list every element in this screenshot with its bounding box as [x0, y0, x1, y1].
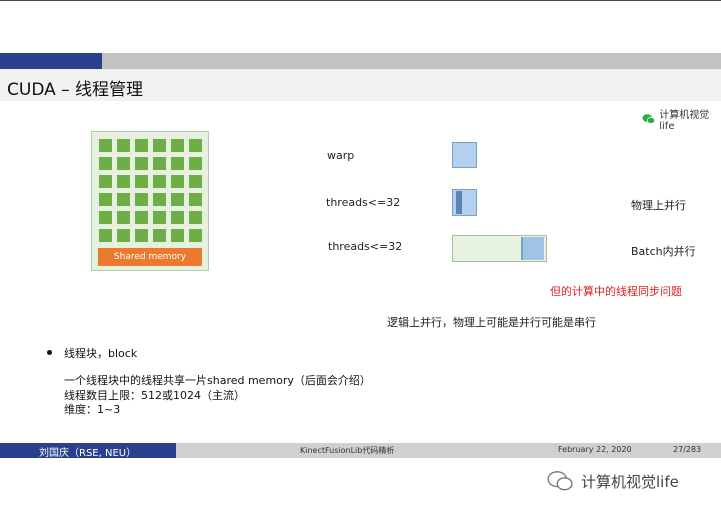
thread-cell [135, 157, 148, 170]
header-bar-right [102, 53, 721, 69]
thread-cell [171, 157, 184, 170]
thread-cell [153, 193, 166, 206]
slide-title: CUDA – 线程管理 [7, 80, 144, 100]
wechat-icon [642, 114, 656, 124]
watermark-top-text: 计算机视觉life [659, 110, 710, 132]
warp-block [452, 142, 477, 168]
threads-label-1: threads<=32 [326, 196, 401, 209]
footer-author: 刘国庆（RSE, NEU） [39, 448, 137, 459]
thread-cell [117, 175, 130, 188]
thread-cell [189, 229, 202, 242]
footer-author-bar: 刘国庆（RSE, NEU） [0, 443, 176, 459]
thread-cell [99, 229, 112, 242]
top-border [0, 0, 721, 1]
bullet-line-3: 维度：1~3 [64, 403, 121, 416]
thread-cell [117, 157, 130, 170]
thread-cell [171, 139, 184, 152]
thread-cell [189, 139, 202, 152]
header-bar-left [0, 53, 102, 69]
thread-cell [135, 193, 148, 206]
thread-cell [99, 175, 112, 188]
thread-cell [171, 175, 184, 188]
thread-cell [189, 157, 202, 170]
footer-page: 27/283 [673, 445, 702, 454]
threads-block-1 [452, 189, 477, 216]
batch-parallel-label: Batch内并行 [631, 245, 696, 258]
thread-cell [99, 157, 112, 170]
warp-label: warp [327, 149, 355, 162]
threads-label-2: threads<=32 [328, 240, 403, 253]
thread-cell [153, 211, 166, 224]
thread-cell [171, 193, 184, 206]
footer-info-bar: KinectFusionLib代码精析 February 22, 2020 27… [176, 443, 721, 458]
footer-talk: KinectFusionLib代码精析 [300, 446, 395, 455]
thread-cell [189, 175, 202, 188]
thread-cell [153, 157, 166, 170]
thread-cell [117, 211, 130, 224]
thread-cell [135, 229, 148, 242]
thread-cell [135, 175, 148, 188]
wechat-icon [547, 471, 573, 491]
logic-note: 逻辑上并行，物理上可能是并行可能是串行 [387, 316, 596, 329]
thread-cell [171, 211, 184, 224]
thread-cell [99, 211, 112, 224]
thread-cell [153, 175, 166, 188]
thread-cell [189, 211, 202, 224]
thread-cell [189, 193, 202, 206]
thread-cell [135, 211, 148, 224]
watermark-bottom-text: 计算机视觉life [581, 472, 679, 491]
thread-cell [99, 193, 112, 206]
thread-cell [117, 193, 130, 206]
thread-cell [117, 139, 130, 152]
thread-cell [117, 229, 130, 242]
thread-cell [153, 139, 166, 152]
thread-cell [99, 139, 112, 152]
bullet-dot [47, 350, 52, 355]
bullet-text: 线程块，block [64, 347, 138, 360]
red-note: 但的计算中的线程同步问题 [550, 285, 682, 298]
thread-cell [171, 229, 184, 242]
shared-memory-bar: Shared memory [98, 248, 202, 266]
batch-warp-segment [521, 237, 544, 260]
thread-cell [135, 139, 148, 152]
batch-block [452, 235, 547, 262]
watermark-bottom: 计算机视觉life [547, 470, 679, 492]
thread-cell [153, 229, 166, 242]
footer-date: February 22, 2020 [558, 445, 632, 454]
thread-strip [456, 191, 462, 214]
physical-parallel-label: 物理上并行 [631, 199, 686, 212]
watermark-top: 计算机视觉life [642, 106, 721, 132]
bullet-line-1: 一个线程块中的线程共享一片shared memory（后面会介绍） [64, 374, 371, 387]
